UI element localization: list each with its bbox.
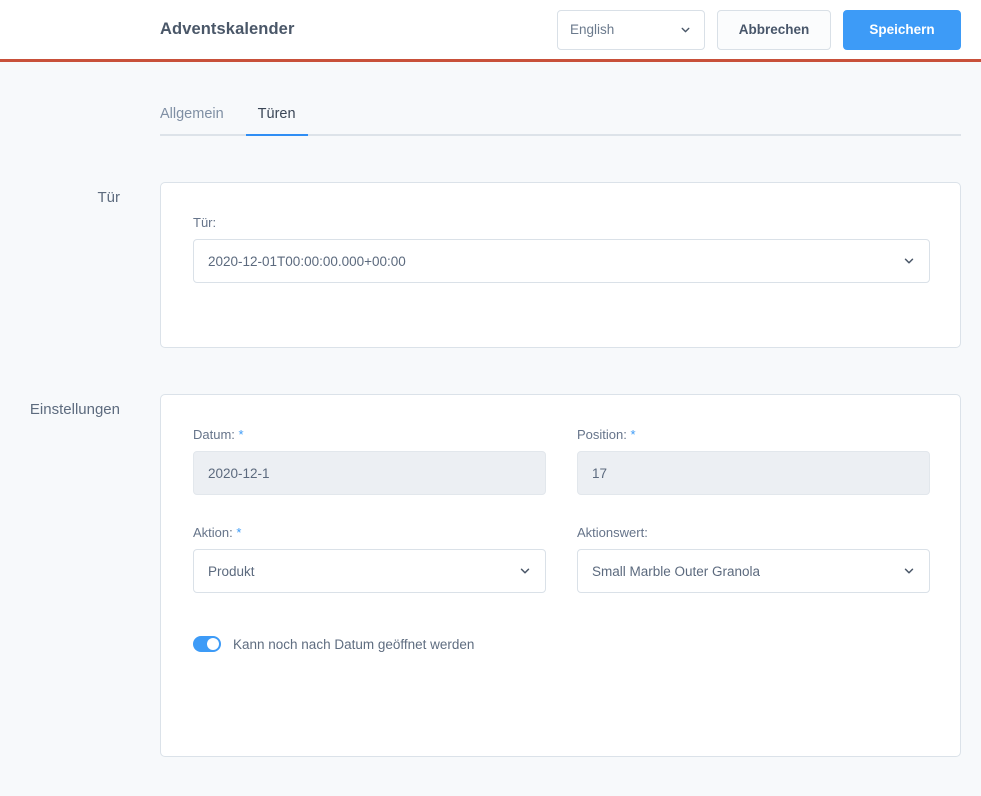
section-settings: Einstellungen Datum: * 2020-12-1 Positio… <box>0 394 981 757</box>
chevron-down-icon <box>902 564 916 578</box>
tabs-container: Allgemein Türen <box>0 106 981 136</box>
required-marker: * <box>236 525 242 540</box>
language-select-value: English <box>570 22 615 37</box>
position-input-value: 17 <box>592 465 608 481</box>
section-label-settings: Einstellungen <box>29 401 120 418</box>
cancel-button[interactable]: Abbrechen <box>717 9 831 50</box>
page-title: Adventskalender <box>160 20 295 38</box>
field-label-position-text: Position: <box>577 427 627 442</box>
aktionswert-select[interactable]: Small Marble Outer Granola <box>577 549 930 593</box>
chevron-down-icon <box>679 23 692 36</box>
required-marker: * <box>238 427 244 442</box>
open-after-date-toggle-label: Kann noch nach Datum geöffnet werden <box>233 636 475 652</box>
settings-row-2: Aktion: * Produkt Aktionswert: Small Mar… <box>193 525 930 593</box>
settings-row-1: Datum: * 2020-12-1 Position: * 17 <box>193 427 930 495</box>
tab-list: Allgemein Türen <box>160 106 961 136</box>
toggle-knob <box>207 638 219 650</box>
tab-tueren[interactable]: Türen <box>245 106 308 136</box>
section-label-door: Tür <box>97 189 121 206</box>
chevron-down-icon <box>902 254 916 268</box>
chevron-down-icon <box>518 564 532 578</box>
row-spacer <box>193 495 928 525</box>
required-marker: * <box>630 427 636 442</box>
field-position: Position: * 17 <box>577 427 930 495</box>
field-label-aktionswert-text: Aktionswert: <box>577 525 648 540</box>
field-datum: Datum: * 2020-12-1 <box>193 427 546 495</box>
open-after-date-toggle-row: Kann noch nach Datum geöffnet werden <box>193 636 928 652</box>
door-select[interactable]: 2020-12-01T00:00:00.000+00:00 <box>193 239 930 283</box>
aktionswert-select-value: Small Marble Outer Granola <box>592 563 761 579</box>
language-select[interactable]: English <box>557 9 705 50</box>
aktion-select[interactable]: Produkt <box>193 549 546 593</box>
save-button[interactable]: Speichern <box>843 9 961 50</box>
door-card: Tür: 2020-12-01T00:00:00.000+00:00 <box>160 182 961 348</box>
field-aktionswert: Aktionswert: Small Marble Outer Granola <box>577 525 930 593</box>
app-header: Adventskalender English Abbrechen Speich… <box>0 0 981 62</box>
field-label-aktionswert: Aktionswert: <box>577 525 930 540</box>
door-select-value: 2020-12-01T00:00:00.000+00:00 <box>208 253 406 269</box>
settings-card: Datum: * 2020-12-1 Position: * 17 Aktion… <box>160 394 961 757</box>
field-aktion: Aktion: * Produkt <box>193 525 546 593</box>
field-label-datum-text: Datum: <box>193 427 235 442</box>
header-actions: English Abbrechen Speichern <box>557 9 961 50</box>
tab-allgemein[interactable]: Allgemein <box>160 106 224 134</box>
field-label-aktion-text: Aktion: <box>193 525 233 540</box>
field-label-position: Position: * <box>577 427 930 442</box>
section-door: Tür Tür: 2020-12-01T00:00:00.000+00:00 <box>0 182 981 348</box>
aktion-select-value: Produkt <box>208 563 255 579</box>
position-input[interactable]: 17 <box>577 451 930 495</box>
datum-input[interactable]: 2020-12-1 <box>193 451 546 495</box>
datum-input-value: 2020-12-1 <box>208 465 270 481</box>
field-label-datum: Datum: * <box>193 427 546 442</box>
field-label-aktion: Aktion: * <box>193 525 546 540</box>
door-field-label: Tür: <box>193 215 217 230</box>
open-after-date-toggle[interactable] <box>193 636 221 652</box>
